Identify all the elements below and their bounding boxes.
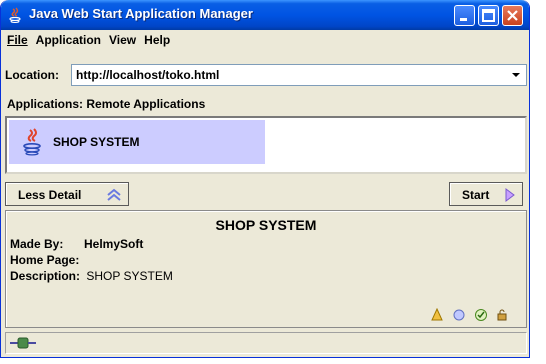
less-detail-label: Less Detail bbox=[18, 188, 82, 202]
play-arrow-icon bbox=[505, 188, 515, 202]
close-icon bbox=[507, 10, 518, 21]
detail-icons bbox=[430, 307, 513, 322]
connection-plug-icon bbox=[10, 337, 36, 349]
applications-label-text: Applications: bbox=[7, 97, 84, 111]
menu-view[interactable]: View bbox=[107, 33, 142, 47]
details-panel: SHOP SYSTEM Made By: HelmySoft Home Page… bbox=[5, 210, 527, 328]
minimize-button[interactable] bbox=[454, 5, 475, 26]
application-name: SHOP SYSTEM bbox=[53, 135, 140, 149]
check-icon bbox=[474, 308, 488, 322]
title-bar[interactable]: Java Web Start Application Manager bbox=[1, 0, 529, 30]
collapse-chevron-icon bbox=[107, 188, 121, 201]
applications-label: Applications: Remote Applications bbox=[7, 97, 205, 111]
app-window: Java Web Start Application Manager File … bbox=[0, 0, 530, 358]
security-bell-icon bbox=[430, 307, 444, 322]
details-title: SHOP SYSTEM bbox=[215, 217, 317, 233]
close-button[interactable] bbox=[502, 5, 523, 26]
location-row: Location: http://localhost/toko.html bbox=[5, 64, 527, 88]
made-by-label: Made By: bbox=[10, 237, 64, 251]
java-cup-icon bbox=[23, 128, 41, 156]
description-value: SHOP SYSTEM bbox=[86, 269, 173, 283]
menu-file[interactable]: File bbox=[5, 33, 34, 47]
home-page-label: Home Page: bbox=[10, 253, 80, 267]
start-label: Start bbox=[462, 188, 490, 202]
offline-icon bbox=[452, 308, 466, 322]
description-label: Description: bbox=[10, 269, 81, 283]
minimize-icon bbox=[460, 18, 467, 21]
application-item-shop-system[interactable]: SHOP SYSTEM bbox=[9, 120, 265, 164]
start-button[interactable]: Start bbox=[449, 182, 523, 206]
lock-icon bbox=[495, 308, 509, 322]
applications-list[interactable]: SHOP SYSTEM bbox=[5, 116, 527, 174]
status-bar bbox=[5, 332, 527, 354]
home-page-row: Home Page: bbox=[10, 253, 79, 267]
location-combobox[interactable]: http://localhost/toko.html bbox=[71, 64, 527, 86]
description-row: Description: SHOP SYSTEM bbox=[10, 269, 173, 283]
menu-help[interactable]: Help bbox=[142, 33, 176, 47]
menu-application[interactable]: Application bbox=[34, 33, 107, 47]
made-by-value: HelmySoft bbox=[84, 237, 144, 251]
java-icon bbox=[9, 7, 21, 23]
location-value: http://localhost/toko.html bbox=[76, 68, 220, 82]
dropdown-arrow-icon[interactable] bbox=[506, 65, 526, 85]
applications-category: Remote Applications bbox=[86, 97, 206, 111]
menu-bar: File Application View Help bbox=[1, 30, 529, 50]
window-title: Java Web Start Application Manager bbox=[29, 6, 253, 21]
made-by-row: Made By: HelmySoft bbox=[10, 237, 143, 251]
maximize-icon bbox=[482, 9, 495, 22]
maximize-button[interactable] bbox=[478, 5, 499, 26]
location-label: Location: bbox=[5, 68, 59, 82]
less-detail-button[interactable]: Less Detail bbox=[5, 182, 129, 206]
